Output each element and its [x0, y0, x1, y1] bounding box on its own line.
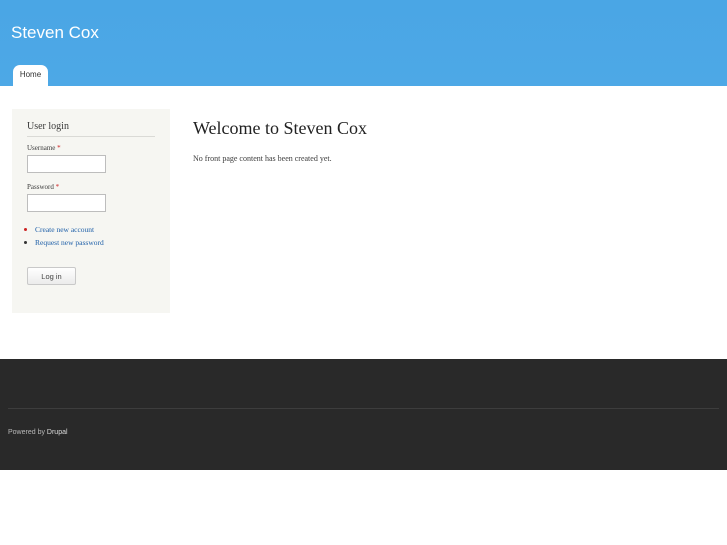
- powered-by-text: Powered by: [8, 429, 45, 436]
- list-item: Create new account: [24, 223, 104, 236]
- username-label: Username *: [27, 144, 61, 153]
- username-label-text: Username: [27, 144, 56, 152]
- page-title: Welcome to Steven Cox: [193, 118, 368, 138]
- powered-by: Powered by Drupal: [8, 428, 68, 437]
- password-label-text: Password: [27, 183, 54, 191]
- list-item: Request new password: [24, 236, 104, 249]
- tab-home[interactable]: Home: [13, 65, 48, 86]
- request-password-link[interactable]: Request new password: [35, 238, 104, 247]
- password-required-marker: *: [55, 183, 60, 191]
- site-footer: Powered by Drupal: [0, 359, 727, 470]
- site-header: Steven Cox Home: [0, 0, 727, 86]
- password-input[interactable]: [27, 194, 106, 212]
- user-login-block: User login Username * Password * Create …: [12, 109, 170, 313]
- create-account-link[interactable]: Create new account: [35, 225, 94, 234]
- username-required-marker: *: [57, 144, 61, 152]
- username-input[interactable]: [27, 155, 106, 173]
- block-title: User login: [27, 121, 155, 137]
- login-button[interactable]: Log in: [27, 267, 76, 285]
- bullet-icon: [24, 228, 27, 231]
- password-label: Password *: [27, 183, 59, 192]
- page-message: No front page content has been created y…: [193, 154, 332, 163]
- bullet-icon: [24, 241, 27, 244]
- site-name-link[interactable]: Steven Cox: [11, 23, 99, 43]
- footer-divider: [8, 408, 719, 409]
- login-links-list: Create new account Request new password: [24, 223, 104, 249]
- drupal-link[interactable]: Drupal: [47, 429, 68, 436]
